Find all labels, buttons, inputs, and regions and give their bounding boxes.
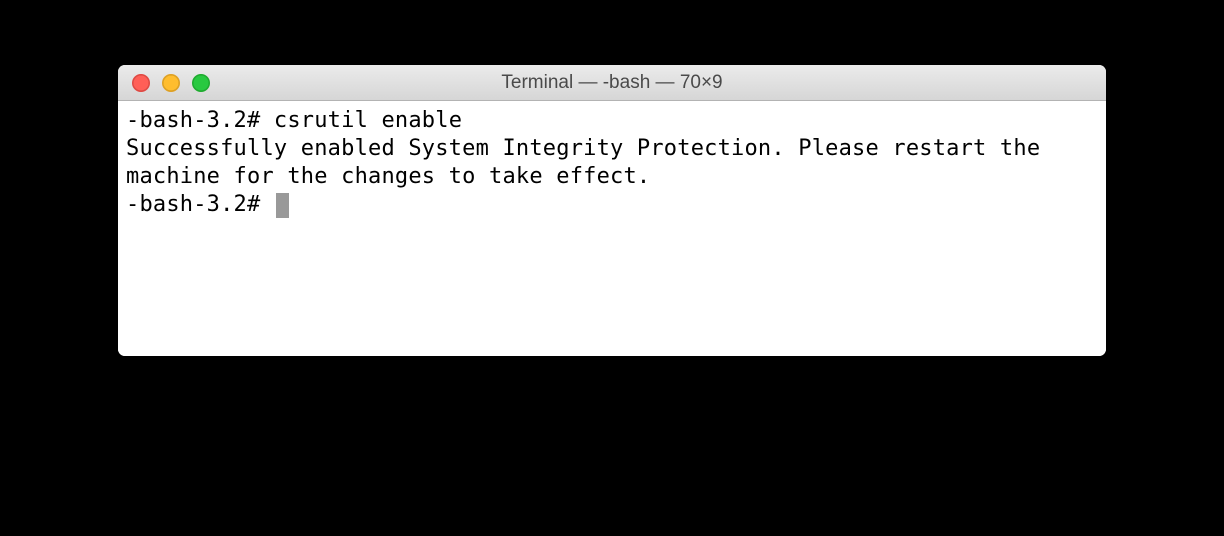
terminal-line: -bash-3.2#	[126, 191, 1098, 219]
cursor-icon	[276, 193, 289, 218]
minimize-icon[interactable]	[162, 74, 180, 92]
terminal-content[interactable]: -bash-3.2# csrutil enableSuccessfully en…	[118, 101, 1106, 356]
close-icon[interactable]	[132, 74, 150, 92]
traffic-lights	[118, 74, 210, 92]
window-title: Terminal — -bash — 70×9	[118, 72, 1106, 94]
titlebar[interactable]: Terminal — -bash — 70×9	[118, 65, 1106, 101]
terminal-window: Terminal — -bash — 70×9 -bash-3.2# csrut…	[118, 65, 1106, 356]
shell-command: csrutil enable	[274, 108, 462, 133]
shell-prompt: -bash-3.2#	[126, 108, 274, 133]
terminal-output: Successfully enabled System Integrity Pr…	[126, 135, 1098, 191]
terminal-line: -bash-3.2# csrutil enable	[126, 107, 1098, 135]
zoom-icon[interactable]	[192, 74, 210, 92]
shell-prompt: -bash-3.2#	[126, 191, 274, 219]
